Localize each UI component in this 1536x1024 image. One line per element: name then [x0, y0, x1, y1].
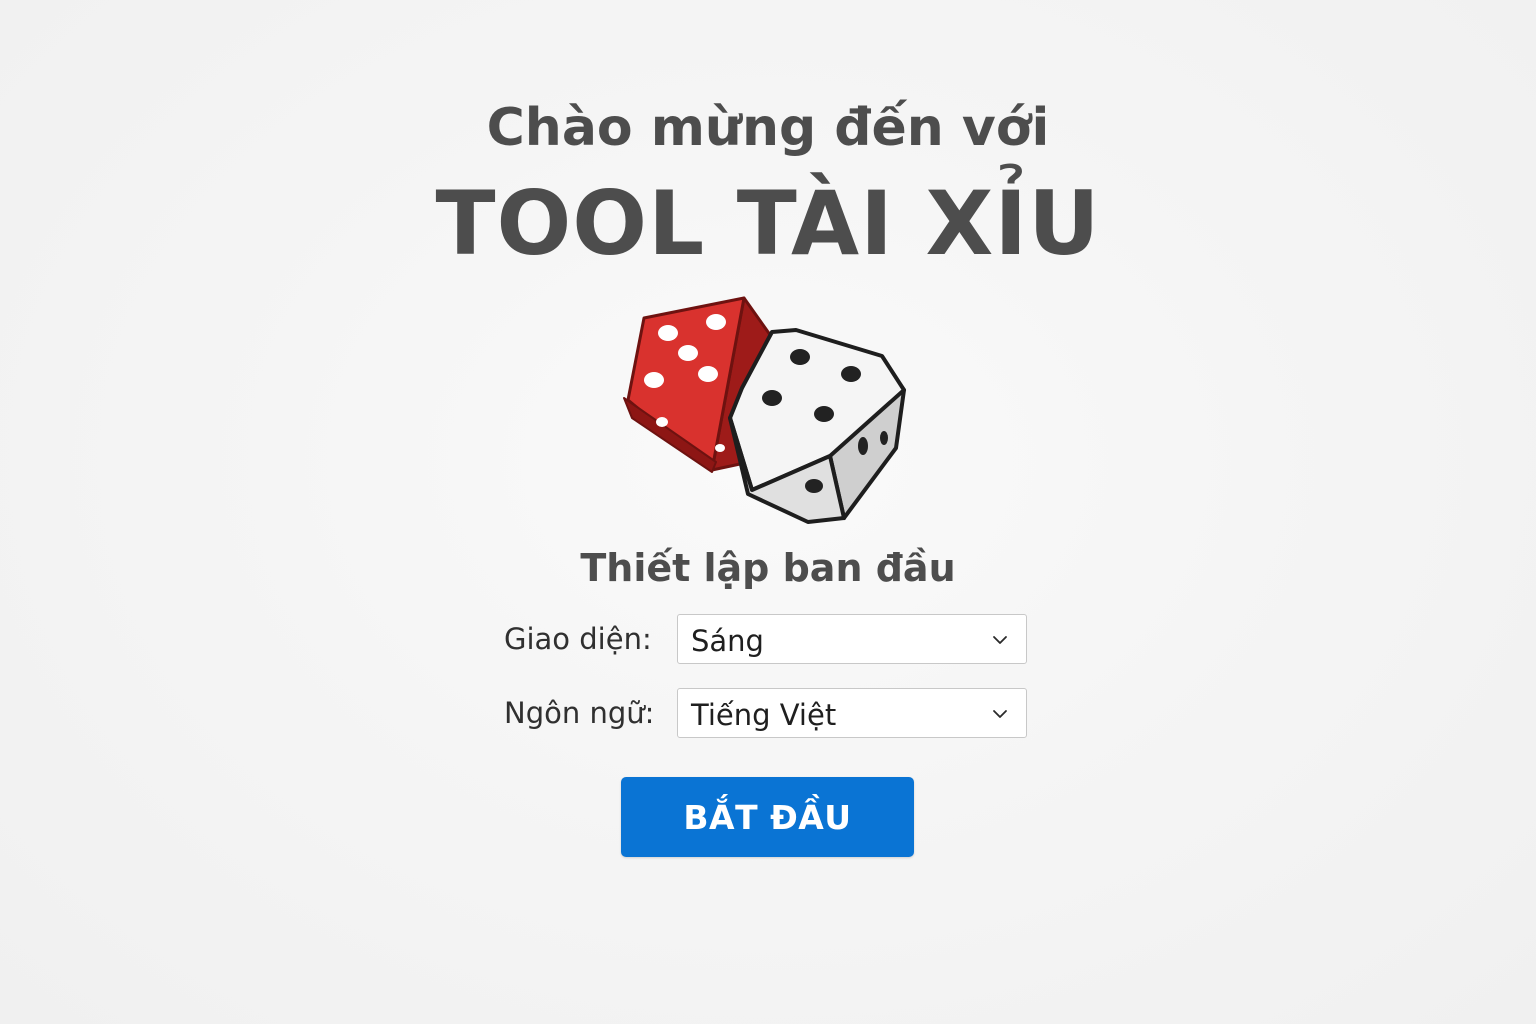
theme-select-value: Sáng: [691, 624, 764, 658]
white-die-icon: [728, 328, 906, 524]
theme-row: Giao diện: Sáng: [490, 614, 1050, 666]
welcome-text: Chào mừng đến với: [486, 98, 1050, 158]
chevron-down-icon: [993, 710, 1007, 718]
welcome-screen: Chào mừng đến với TOOL TÀI XỈU Thiết lập…: [0, 0, 1536, 1024]
theme-label: Giao diện:: [504, 622, 652, 656]
language-label: Ngôn ngữ:: [504, 696, 655, 730]
setup-title: Thiết lập ban đầu: [580, 546, 956, 590]
start-button[interactable]: BẮT ĐẦU: [621, 777, 914, 857]
language-select[interactable]: Tiếng Việt: [677, 688, 1027, 738]
dice-icon: [612, 290, 922, 530]
theme-select[interactable]: Sáng: [677, 614, 1027, 664]
app-title: TOOL TÀI XỈU: [435, 172, 1101, 275]
chevron-down-icon: [993, 636, 1007, 644]
language-row: Ngôn ngữ: Tiếng Việt: [490, 688, 1050, 740]
language-select-value: Tiếng Việt: [691, 698, 837, 732]
